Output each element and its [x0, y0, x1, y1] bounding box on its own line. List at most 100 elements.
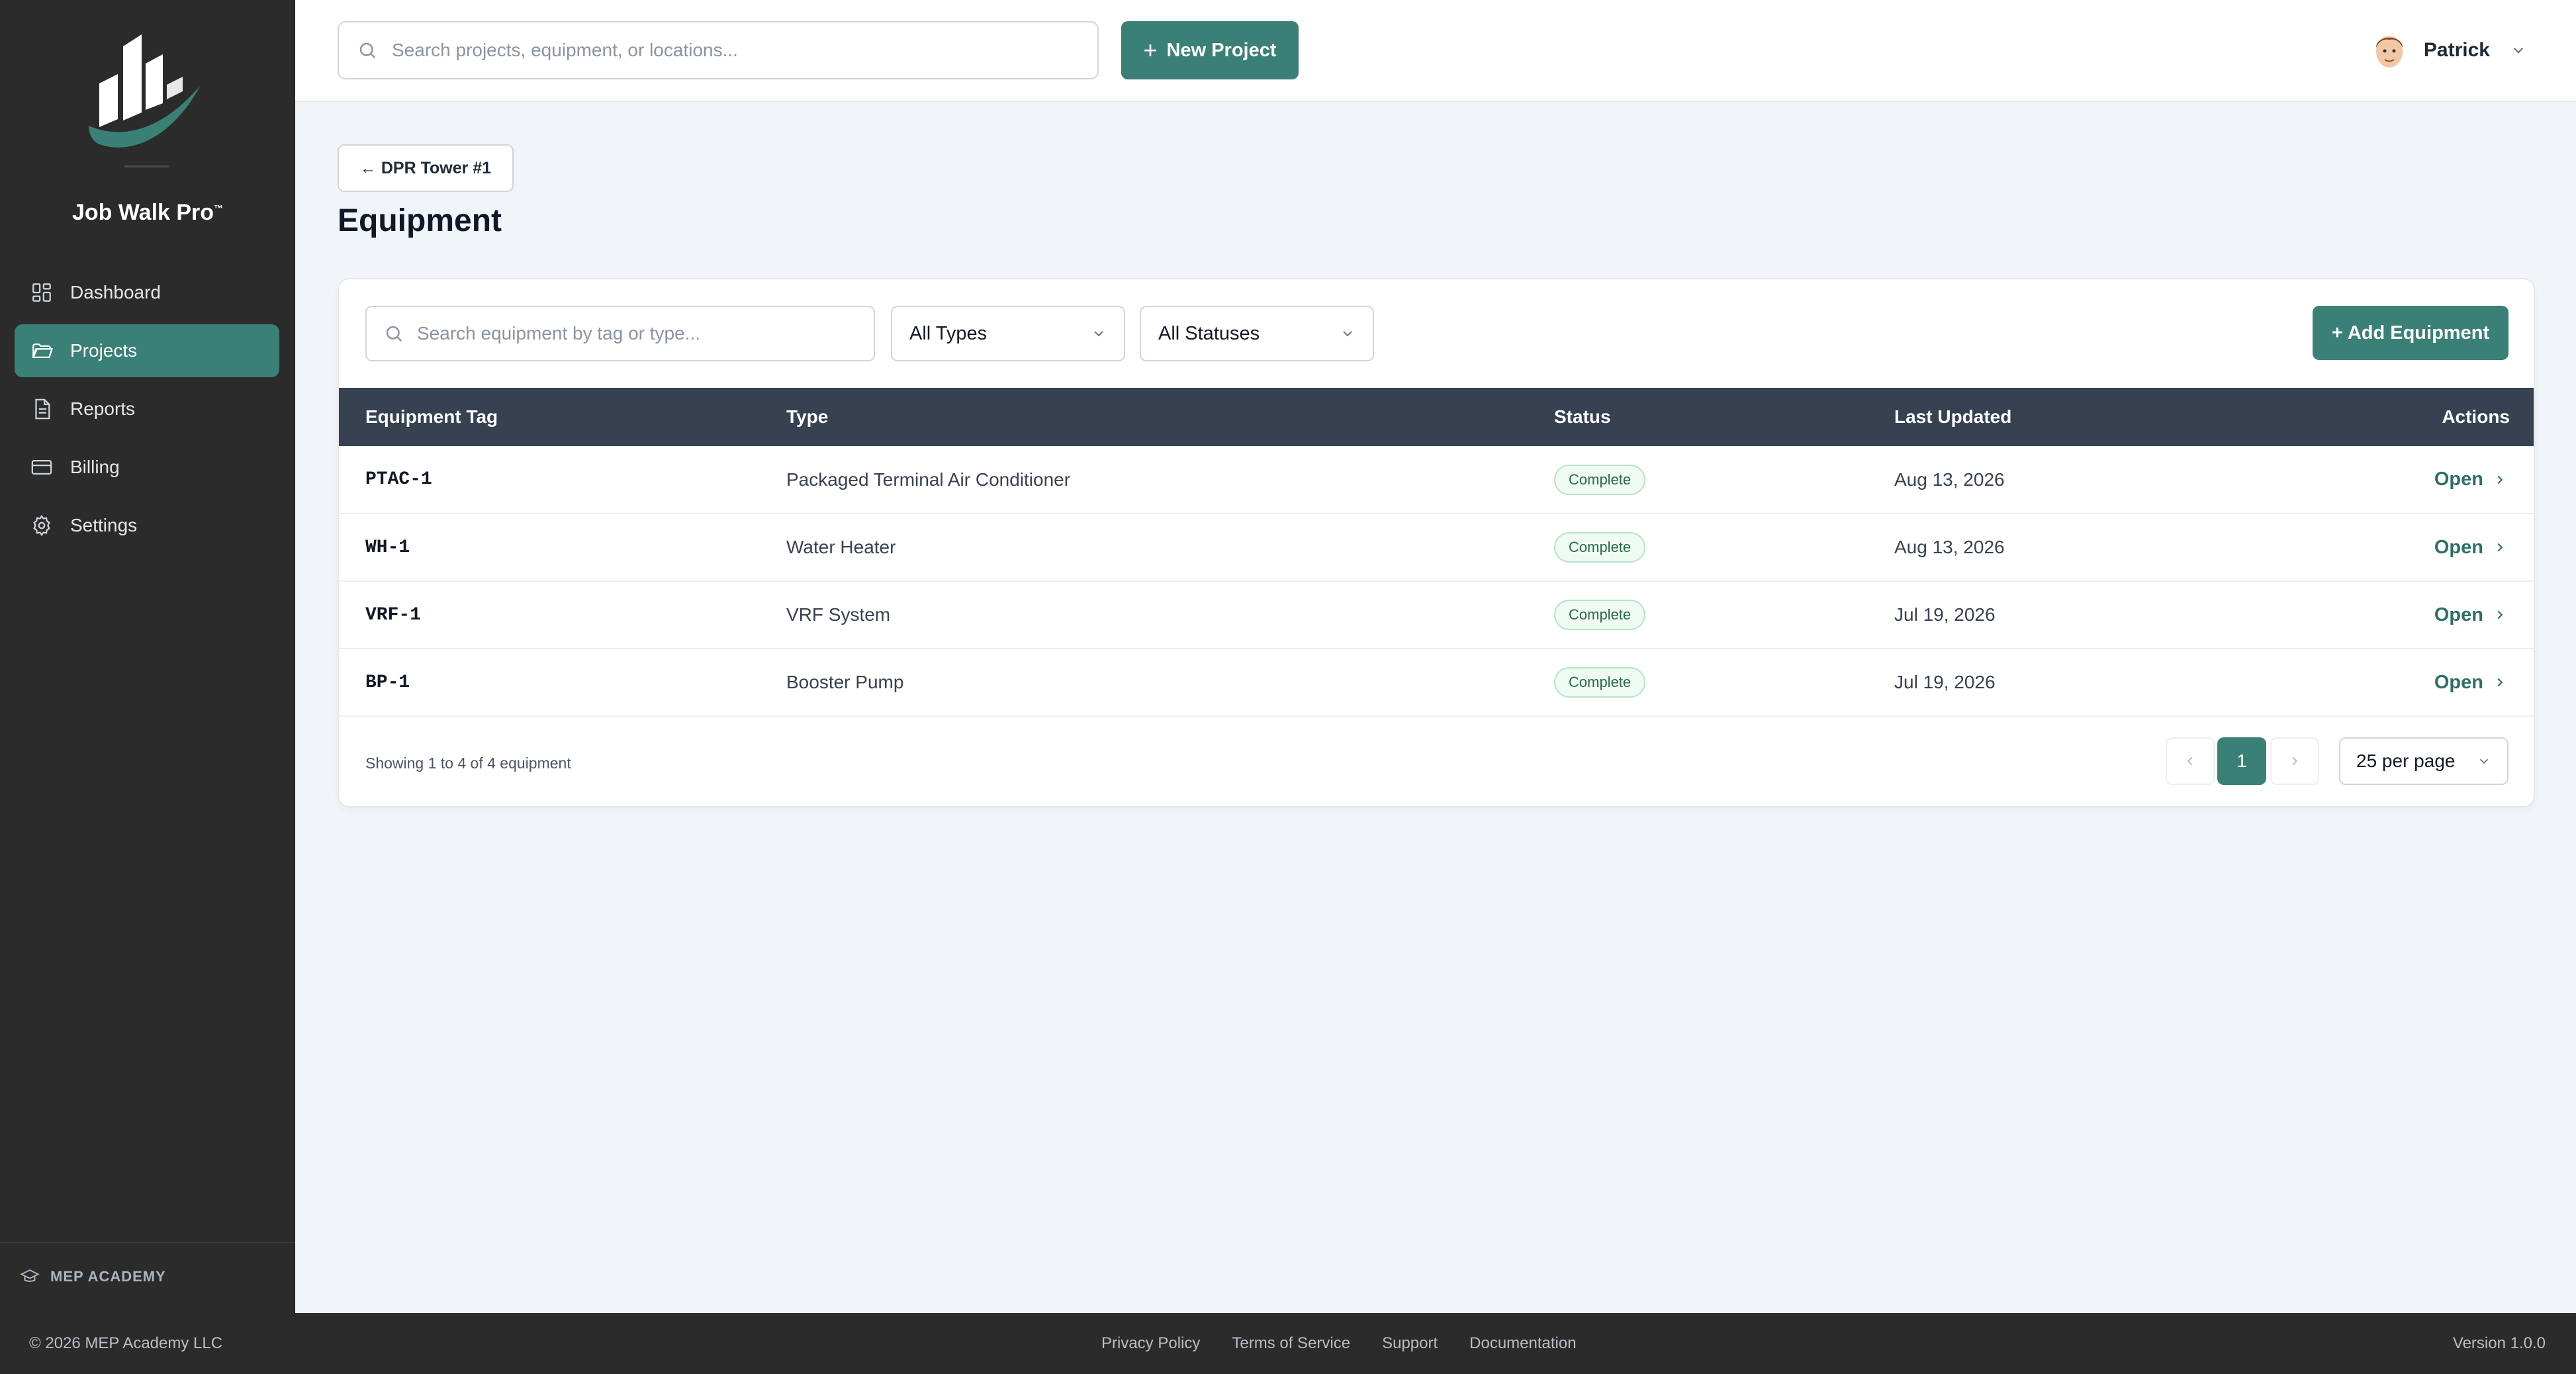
- brand-name-text: Job Walk Pro: [71, 200, 214, 225]
- equipment-type: Booster Pump: [760, 649, 1528, 717]
- chevron-right-icon: [2497, 475, 2503, 484]
- trademark: ™: [214, 203, 224, 214]
- last-updated: Aug 13, 2026: [1868, 446, 2238, 514]
- per-page-value: 25 per page: [2356, 751, 2456, 771]
- chevron-down-icon: [2513, 47, 2524, 54]
- actions-cell: Open: [2238, 446, 2534, 514]
- previous-page-button[interactable]: [2166, 737, 2215, 785]
- table-row[interactable]: VRF-1 VRF System Complete Jul 19, 2026 O…: [339, 581, 2534, 649]
- equipment-table: Equipment Tag Type Status Last Updated A…: [339, 388, 2534, 717]
- search-icon: [359, 42, 376, 59]
- open-equipment-link[interactable]: Open: [2434, 672, 2507, 694]
- table-row[interactable]: WH-1 Water Heater Complete Aug 13, 2026 …: [339, 514, 2534, 582]
- support-link[interactable]: Support: [1382, 1334, 1438, 1353]
- sidebar-footer: MEP ACADEMY: [0, 1242, 295, 1313]
- status-cell: Complete: [1528, 514, 1868, 582]
- back-to-project-button[interactable]: ← DPR Tower #1: [338, 144, 514, 192]
- table-row[interactable]: PTAC-1 Packaged Terminal Air Conditioner…: [339, 446, 2534, 514]
- add-equipment-button[interactable]: + Add Equipment: [2313, 306, 2508, 360]
- privacy-policy-link[interactable]: Privacy Policy: [1101, 1334, 1200, 1353]
- status-filter-value: All Statuses: [1158, 322, 1260, 344]
- per-page-select[interactable]: 25 per page: [2339, 737, 2508, 785]
- type-filter-value: All Types: [909, 322, 988, 344]
- chevron-right-icon: [2292, 756, 2298, 766]
- credit-card-icon: [30, 456, 53, 479]
- sidebar: Job Walk Pro™ Dashboard Projects Reports: [0, 0, 295, 1313]
- brand-name: Job Walk Pro™: [0, 200, 295, 226]
- chevron-down-icon: [2479, 758, 2489, 764]
- column-header-actions: Actions: [2238, 388, 2534, 446]
- equipment-search[interactable]: [365, 306, 875, 361]
- documentation-link[interactable]: Documentation: [1469, 1334, 1576, 1353]
- logo[interactable]: [0, 24, 295, 183]
- open-label: Open: [2434, 671, 2483, 693]
- terms-of-service-link[interactable]: Terms of Service: [1232, 1334, 1350, 1353]
- actions-cell: Open: [2238, 649, 2534, 717]
- new-project-button[interactable]: + New Project: [1121, 21, 1299, 79]
- page-title: Equipment: [338, 203, 502, 238]
- equipment-tag: VRF-1: [339, 581, 760, 649]
- equipment-search-input[interactable]: [417, 323, 867, 344]
- type-filter-select[interactable]: All Types: [891, 306, 1125, 361]
- gear-icon: [30, 514, 53, 537]
- last-updated: Aug 13, 2026: [1868, 514, 2238, 582]
- sidebar-item-label: Reports: [70, 398, 136, 419]
- last-updated: Jul 19, 2026: [1868, 649, 2238, 717]
- status-filter-select[interactable]: All Statuses: [1140, 306, 1374, 361]
- open-label: Open: [2434, 604, 2483, 625]
- status-cell: Complete: [1528, 581, 1868, 649]
- dashboard-icon: [30, 281, 53, 304]
- column-header-status[interactable]: Status: [1528, 388, 1868, 446]
- table-row[interactable]: BP-1 Booster Pump Complete Jul 19, 2026 …: [339, 649, 2534, 717]
- status-badge: Complete: [1554, 532, 1646, 563]
- sidebar-item-label: Billing: [70, 457, 120, 477]
- column-header-updated[interactable]: Last Updated: [1868, 388, 2238, 446]
- table-header-row: Equipment Tag Type Status Last Updated A…: [339, 388, 2534, 446]
- next-page-button[interactable]: [2270, 737, 2319, 785]
- footer-links: Privacy Policy Terms of Service Support …: [1101, 1334, 1608, 1353]
- chevron-right-icon: [2497, 610, 2503, 619]
- avatar: [2375, 36, 2403, 68]
- equipment-card: All Types All Statuses + Add Equipment E…: [338, 278, 2535, 807]
- sidebar-item-settings[interactable]: Settings: [15, 499, 279, 552]
- status-cell: Complete: [1528, 649, 1868, 717]
- sidebar-item-label: Dashboard: [70, 282, 161, 302]
- column-header-tag[interactable]: Equipment Tag: [339, 388, 760, 446]
- sidebar-item-billing[interactable]: Billing: [15, 441, 279, 494]
- actions-cell: Open: [2238, 514, 2534, 582]
- folder-icon: [30, 340, 53, 362]
- sidebar-nav: Dashboard Projects Reports Billing Setti…: [15, 266, 279, 557]
- footer: © 2026 MEP Academy LLC Privacy Policy Te…: [0, 1313, 2576, 1374]
- academy-link[interactable]: MEP ACADEMY: [20, 1267, 166, 1287]
- chevron-right-icon: [2497, 678, 2503, 687]
- status-badge: Complete: [1554, 667, 1646, 698]
- plus-icon: +: [1143, 36, 1158, 64]
- page-number-button[interactable]: 1: [2217, 737, 2266, 785]
- logo-divider: [124, 165, 169, 167]
- column-header-type[interactable]: Type: [760, 388, 1528, 446]
- global-search[interactable]: [338, 21, 1099, 79]
- open-equipment-link[interactable]: Open: [2434, 604, 2507, 626]
- equipment-tag: WH-1: [339, 514, 760, 582]
- global-search-input[interactable]: [392, 40, 1087, 61]
- status-badge: Complete: [1554, 600, 1646, 630]
- version-label: Version 1.0.0: [2452, 1334, 2546, 1352]
- sidebar-item-dashboard[interactable]: Dashboard: [15, 266, 279, 319]
- app-root: Job Walk Pro™ Dashboard Projects Reports: [0, 0, 2576, 1374]
- academy-label: MEP ACADEMY: [50, 1268, 166, 1285]
- last-updated: Jul 19, 2026: [1868, 581, 2238, 649]
- document-icon: [30, 398, 53, 420]
- chevron-down-icon: [1343, 331, 1352, 337]
- user-menu[interactable]: Patrick: [2371, 24, 2527, 77]
- sidebar-item-label: Projects: [70, 340, 138, 361]
- equipment-type: VRF System: [760, 581, 1528, 649]
- sidebar-item-projects[interactable]: Projects: [15, 324, 279, 377]
- top-bar: + New Project Patrick: [295, 0, 2576, 102]
- building-logo-icon: [89, 34, 200, 148]
- open-equipment-link[interactable]: Open: [2434, 537, 2507, 559]
- open-label: Open: [2434, 469, 2483, 490]
- open-equipment-link[interactable]: Open: [2434, 469, 2507, 490]
- pagination-summary: Showing 1 to 4 of 4 equipment: [365, 755, 571, 772]
- sidebar-item-reports[interactable]: Reports: [15, 383, 279, 435]
- chevron-down-icon: [1094, 331, 1103, 337]
